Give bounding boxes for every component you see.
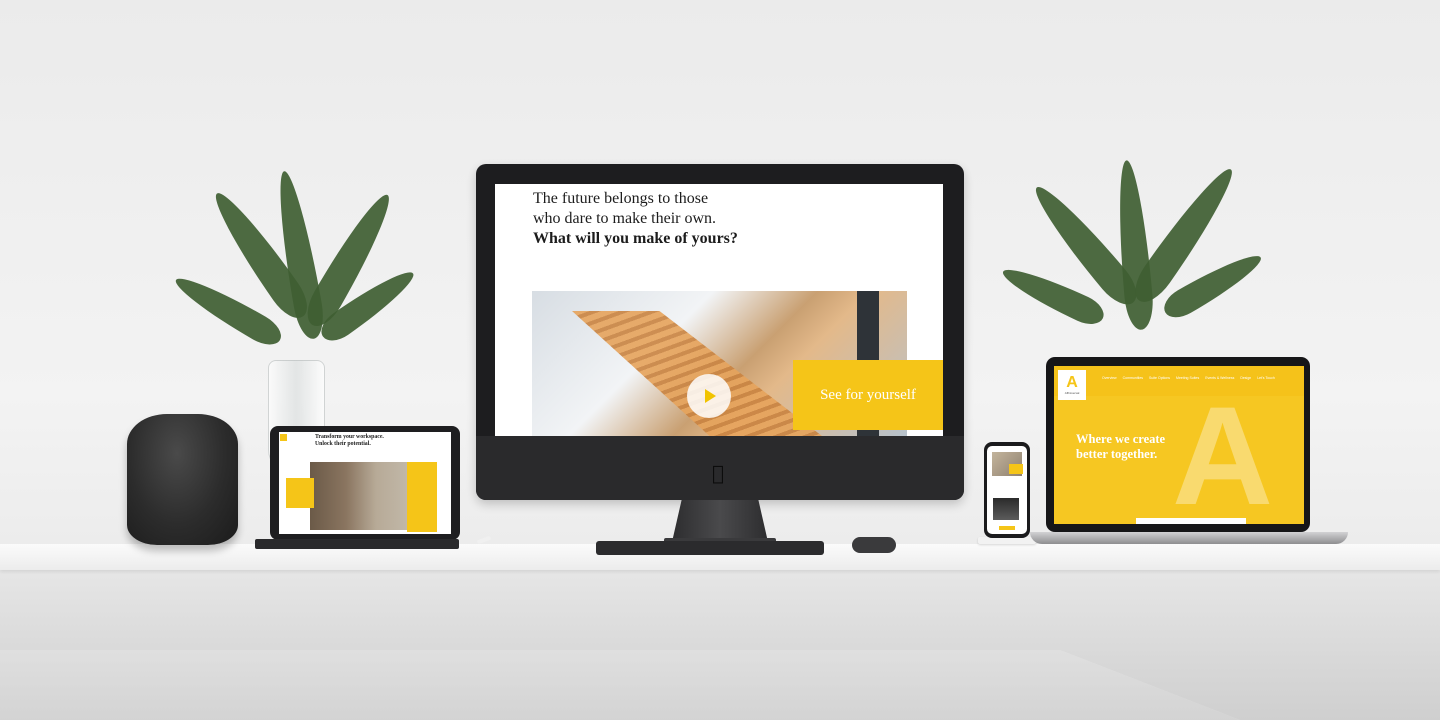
tablet-headline-line1: Transform your workspace.: [315, 434, 384, 440]
nav-item-design[interactable]: Design: [1240, 376, 1251, 380]
smart-speaker: [127, 414, 238, 545]
logo-name: Affiniversal: [1064, 391, 1080, 395]
hero-headline: The future belongs to those who dare to …: [533, 189, 833, 249]
phone-accent: [1009, 464, 1023, 474]
laptop-footer-bar: [1136, 518, 1246, 524]
desktop-screen: The future belongs to those who dare to …: [495, 184, 943, 436]
nav-item-suite-options[interactable]: Suite Options: [1149, 376, 1170, 380]
laptop-hero-line1: Where we create: [1076, 432, 1166, 446]
phone-dock: [978, 537, 1036, 544]
hero-line-1: The future belongs to those: [533, 190, 709, 207]
site-nav: Overview Communities Suite Options Meeti…: [1102, 376, 1302, 380]
hero-line-2: who dare to make their own.: [533, 210, 717, 227]
monitor-stand: [672, 500, 768, 542]
tablet-accent-block: [407, 462, 437, 532]
phone-dark-image: [993, 498, 1019, 520]
nav-item-communities[interactable]: Communities: [1123, 376, 1143, 380]
see-for-yourself-button[interactable]: See for yourself: [793, 360, 943, 430]
logo-letter: A: [1066, 374, 1078, 391]
mouse: [852, 537, 896, 553]
laptop-hero-headline: Where we create better together.: [1076, 432, 1216, 462]
keyboard: [596, 541, 824, 555]
tablet-screen: Transform your workspace. Unlock their p…: [279, 432, 451, 534]
site-logo[interactable]: A Affiniversal: [1058, 370, 1086, 400]
laptop-base: [1030, 532, 1348, 544]
apple-logo-icon: : [712, 463, 728, 483]
hero-line-3: What will you make of yours?: [533, 230, 738, 247]
laptop-hero-line2: better together.: [1076, 447, 1158, 461]
tablet-headline-line2: Unlock their potential.: [315, 441, 371, 447]
tablet-cta-block[interactable]: [286, 478, 314, 508]
laptop-screen: A A Affiniversal Overview Communities Su…: [1054, 366, 1304, 524]
play-icon: [705, 389, 716, 403]
nav-item-meeting-suites[interactable]: Meeting Suites: [1176, 376, 1199, 380]
phone-screen: [987, 446, 1027, 534]
tablet-headline: Transform your workspace. Unlock their p…: [315, 434, 435, 448]
nav-item-overview[interactable]: Overview: [1102, 376, 1117, 380]
tablet-keyboard: [255, 539, 459, 549]
nav-item-contact[interactable]: Let's Touch: [1257, 376, 1275, 380]
staircase-image: [572, 311, 822, 436]
stylus: [476, 535, 492, 545]
phone-cta-button[interactable]: [999, 526, 1015, 530]
nav-item-events[interactable]: Events & Wellness: [1205, 376, 1234, 380]
play-button[interactable]: [687, 374, 731, 418]
tablet-logo-badge: [280, 434, 287, 441]
